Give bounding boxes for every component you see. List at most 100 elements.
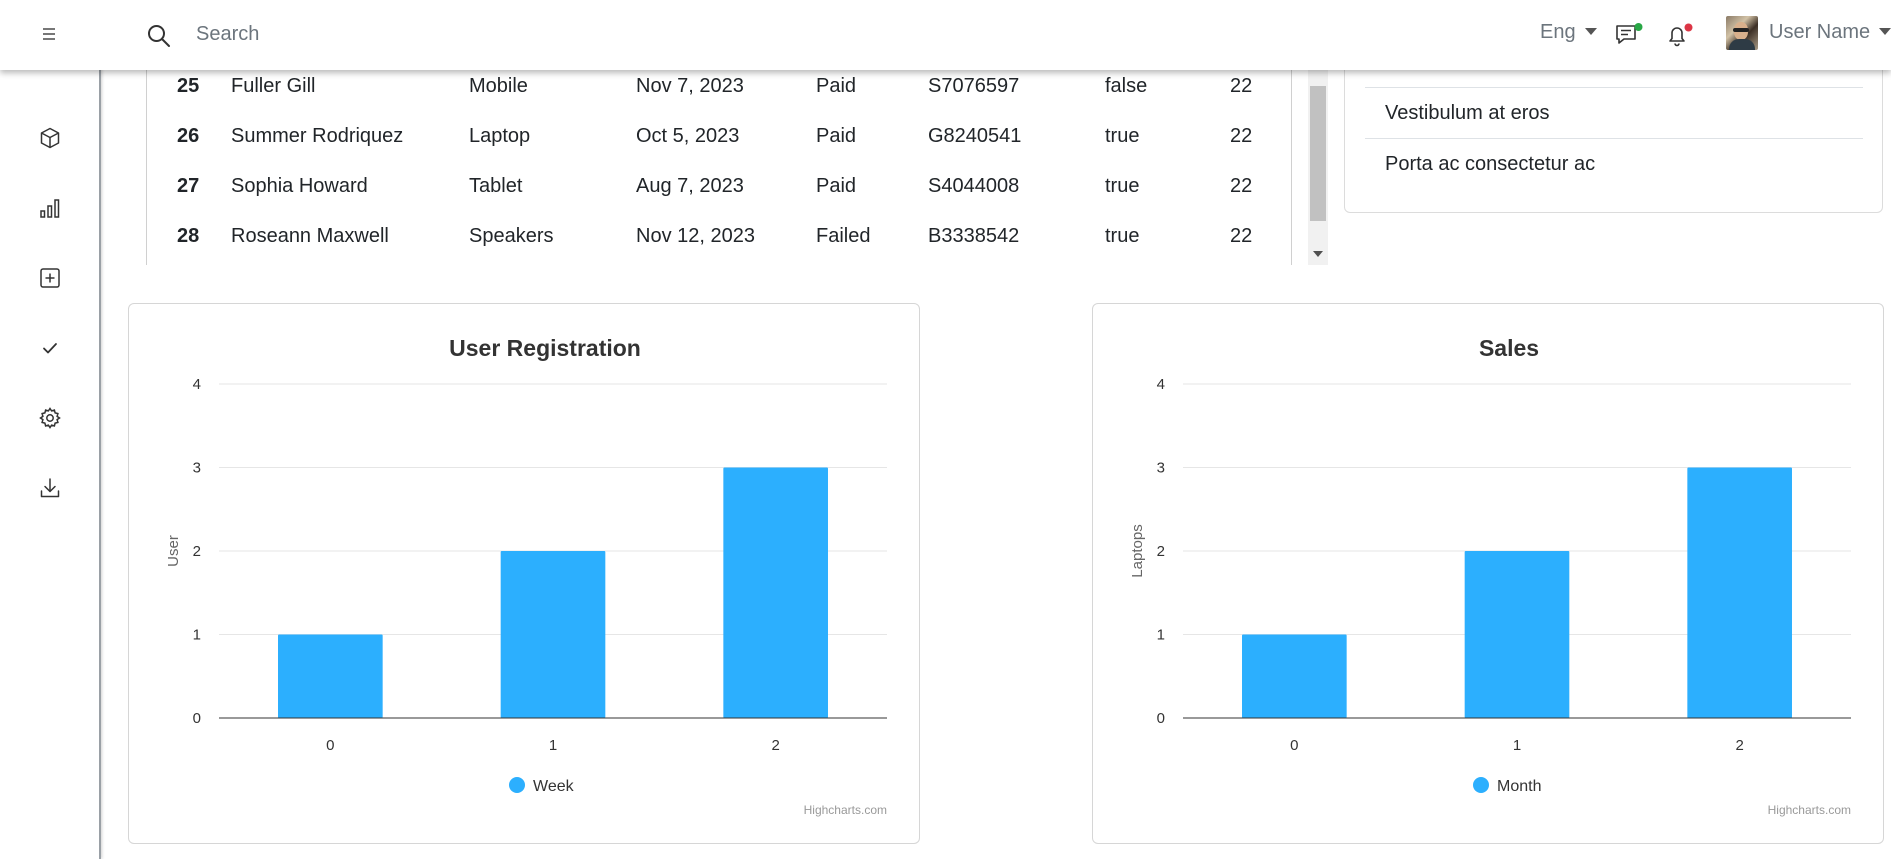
y-axis-label: User [165, 535, 182, 567]
legend-marker [1473, 777, 1489, 793]
message-badge [1634, 23, 1643, 31]
check-icon [43, 343, 57, 354]
language-label: Eng [1540, 21, 1576, 43]
bar [1464, 551, 1570, 718]
row-name: Fuller Gill [231, 75, 316, 97]
row-status: Paid [816, 75, 857, 97]
search-icon[interactable] [146, 23, 172, 49]
user-menu[interactable]: User Name [1769, 21, 1891, 44]
message-icon[interactable] [1614, 22, 1646, 50]
chevron-down-icon [1879, 28, 1891, 35]
x-tick-label: 2 [771, 737, 779, 754]
user-name: User Name [1769, 21, 1871, 43]
sales-chart: Sales 0 1 2 3 4 Laptops 0 1 2 Month Highcharts.com [1129, 335, 1851, 817]
row-code: S4044008 [928, 175, 1020, 197]
avatar[interactable] [1726, 16, 1758, 50]
chart-credits: Highcharts.com [804, 803, 887, 817]
sidebar-item-download[interactable] [34, 472, 66, 504]
row-status: Paid [816, 125, 857, 147]
bar-chart-icon [40, 199, 60, 218]
top-navbar: Eng User Name [0, 0, 1891, 70]
row-status: Failed [816, 225, 871, 247]
bar [1242, 634, 1347, 718]
chart-title: User Registration [449, 335, 641, 361]
y-tick-label: 3 [1157, 460, 1165, 477]
y-tick-label: 4 [1157, 376, 1165, 393]
language-dropdown[interactable]: Eng [1540, 21, 1597, 44]
sidebar-item-settings[interactable] [34, 402, 66, 434]
row-id: 26 [177, 125, 200, 147]
hamburger-menu-icon[interactable] [40, 25, 60, 41]
plus-square-icon [40, 268, 60, 288]
row-device: Mobile [469, 75, 528, 97]
row-flag: true [1105, 175, 1140, 197]
y-tick-label: 4 [193, 376, 201, 393]
box-icon [40, 127, 60, 149]
sidebar-item-add[interactable] [34, 262, 66, 294]
table-scrollbar[interactable] [1308, 70, 1328, 265]
scroll-down-arrow-icon[interactable] [1313, 251, 1323, 257]
row-date: Aug 7, 2023 [636, 175, 744, 197]
x-tick-label: 0 [326, 737, 334, 754]
bar [723, 467, 828, 718]
table-row[interactable]: 26 Summer Rodriquez Laptop Oct 5, 2023 P… [147, 118, 1287, 168]
chart-title: Sales [1479, 335, 1539, 361]
row-qty: 22 [1230, 75, 1253, 97]
bar [1687, 467, 1792, 718]
row-flag: false [1105, 75, 1148, 97]
chart-credits: Highcharts.com [1768, 803, 1851, 817]
y-tick-label: 0 [1157, 710, 1165, 727]
legend-marker [509, 777, 525, 793]
row-name: Sophia Howard [231, 175, 368, 197]
bar [500, 551, 606, 718]
search-input[interactable] [196, 18, 596, 50]
scrollbar-thumb[interactable] [1310, 86, 1326, 221]
table-row[interactable]: 28 Roseann Maxwell Speakers Nov 12, 2023… [147, 218, 1287, 268]
row-flag: true [1105, 225, 1140, 247]
y-tick-label: 0 [193, 710, 201, 727]
row-id: 27 [177, 175, 200, 197]
table-row[interactable]: 25 Fuller Gill Mobile Nov 7, 2023 Paid S… [147, 68, 1287, 118]
list-item-label: Porta ac consectetur ac [1385, 153, 1596, 175]
x-tick-label: 1 [1513, 737, 1521, 754]
row-qty: 22 [1230, 175, 1253, 197]
sidebar [0, 0, 101, 859]
list-item[interactable]: Vestibulum at eros [1365, 88, 1863, 139]
y-tick-label: 1 [1157, 627, 1165, 644]
sidebar-item-products[interactable] [34, 122, 66, 154]
bell-icon[interactable] [1664, 22, 1696, 50]
notification-badge [1684, 23, 1693, 32]
x-tick-label: 1 [549, 737, 557, 754]
x-tick-label: 2 [1735, 737, 1743, 754]
row-date: Oct 5, 2023 [636, 125, 740, 147]
y-tick-label: 1 [193, 627, 201, 644]
sidebar-item-tasks[interactable] [34, 332, 66, 364]
row-device: Tablet [469, 175, 523, 197]
y-axis-label: Laptops [1129, 524, 1146, 577]
row-name: Summer Rodriquez [231, 125, 404, 147]
y-tick-label: 3 [193, 460, 201, 477]
list-item[interactable]: Porta ac consectetur ac [1365, 139, 1863, 190]
x-tick-label: 0 [1290, 737, 1298, 754]
row-qty: 22 [1230, 225, 1253, 247]
row-id: 25 [177, 75, 200, 97]
bar [278, 634, 383, 718]
y-tick-label: 2 [1157, 543, 1165, 560]
row-code: B3338542 [928, 225, 1020, 247]
y-tick-label: 2 [193, 543, 201, 560]
row-qty: 22 [1230, 125, 1253, 147]
user-registration-chart-card: User Registration 0 1 2 3 4 User 0 1 2 Week Highcha… [128, 303, 920, 844]
user-registration-chart: User Registration 0 1 2 3 4 User 0 1 2 Week Highcha… [165, 335, 887, 817]
row-name: Roseann Maxwell [231, 225, 389, 247]
table-row[interactable]: 27 Sophia Howard Tablet Aug 7, 2023 Paid… [147, 168, 1287, 218]
row-flag: true [1105, 125, 1140, 147]
row-code: G8240541 [928, 125, 1022, 147]
row-date: Nov 7, 2023 [636, 75, 744, 97]
row-code: S7076597 [928, 75, 1020, 97]
row-id: 28 [177, 225, 200, 247]
gear-icon [39, 407, 61, 429]
legend-label: Week [533, 778, 575, 795]
orders-table: 25 Fuller Gill Mobile Nov 7, 2023 Paid S… [146, 70, 1292, 265]
sidebar-item-analytics[interactable] [34, 192, 66, 224]
chevron-down-icon [1584, 28, 1597, 35]
